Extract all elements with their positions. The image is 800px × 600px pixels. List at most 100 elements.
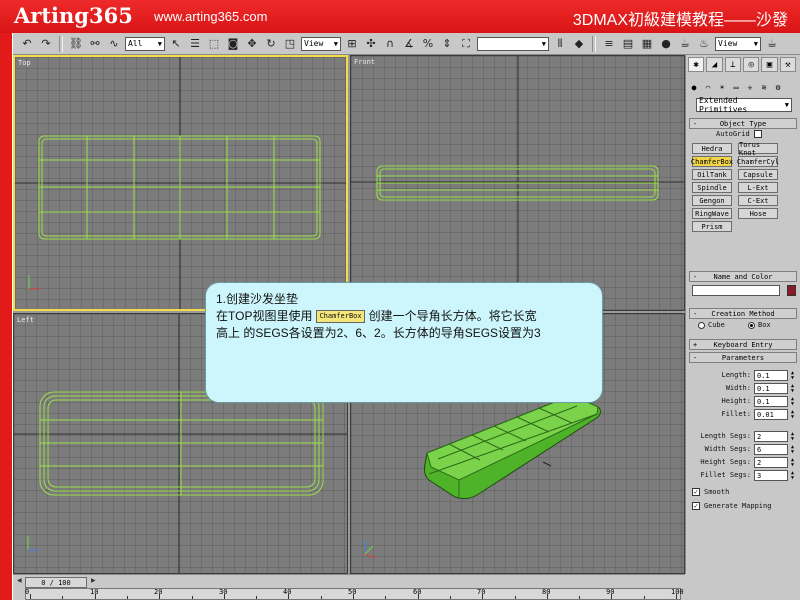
box-radio[interactable] [748,322,755,329]
time-slider-prev-icon[interactable]: ◀ [17,577,22,584]
object-type-button-hose[interactable]: Hose [738,208,778,219]
spinner-snap-icon[interactable]: ⇕ [439,36,455,52]
spinner-arrows-icon[interactable]: ▲ ▼ [789,470,796,481]
spinner-arrows-icon[interactable]: ▲ ▼ [789,383,796,394]
spinner-arrows-icon[interactable]: ▲ ▼ [789,370,796,381]
timeline-tick [127,596,128,599]
timeline-track[interactable]: 0 10 20 30 40 50 60 70 80 90 100 [25,588,684,600]
object-type-button-prism[interactable]: Prism [692,221,732,232]
object-type-button-l-ext[interactable]: L-Ext [738,182,778,193]
spinner-arrows-icon[interactable]: ▲ ▼ [789,409,796,420]
chamferbox-wireframe-top[interactable] [38,135,321,240]
window-crossing-icon[interactable]: ◙ [225,36,241,52]
display-tab-icon[interactable]: ▣ [761,57,778,72]
bind-spacewarp-icon[interactable]: ∿ [106,36,122,52]
align-icon[interactable]: ◆ [571,36,587,52]
object-type-button-chamferbox[interactable]: ChamferBox [691,156,733,167]
param-spinner-field[interactable]: 0.01 [754,409,788,420]
object-type-button-ringwave[interactable]: RingWave [692,208,732,219]
schematic-view-icon[interactable]: ▦ [639,36,655,52]
mirror-icon[interactable]: ⫴ [552,36,568,52]
object-color-swatch[interactable] [787,285,796,296]
smooth-checkbox[interactable]: ✓ [692,488,700,496]
spinner-arrows-icon[interactable]: ▲ ▼ [789,444,796,455]
spinner-arrows-icon[interactable]: ▲ ▼ [789,457,796,468]
rotate-icon[interactable]: ↻ [263,36,279,52]
percent-snap-icon[interactable]: % [420,36,436,52]
selection-filter-dropdown[interactable]: All ▼ [125,36,165,51]
utilities-tab-icon[interactable]: ⚒ [779,57,796,72]
named-selection-icon[interactable]: ⛶ [458,36,474,52]
create-tab-icon[interactable]: ✱ [688,57,705,72]
select-by-name-icon[interactable]: ☰ [187,36,203,52]
rect-selection-icon[interactable]: ⬚ [206,36,222,52]
lights-category-icon[interactable]: ☀ [716,81,728,93]
render-view-dropdown[interactable]: View ▼ [715,36,761,51]
modify-tab-icon[interactable]: ◢ [706,57,723,72]
object-type-button-capsule[interactable]: Capsule [738,169,778,180]
creation-method-rollout[interactable]: - Creation Method [689,308,797,319]
select-object-icon[interactable]: ↖ [168,36,184,52]
param-spinner-field[interactable]: 3 [754,470,788,481]
render-setup-icon[interactable]: ☕ [677,36,693,52]
time-slider-next-icon[interactable]: ▶ [91,577,96,584]
hierarchy-tab-icon[interactable]: ⊥ [724,57,741,72]
unlink-icon[interactable]: ⚯ [87,36,103,52]
scale-icon[interactable]: ◳ [282,36,298,52]
param-spinner-field[interactable]: 6 [754,444,788,455]
object-type-rollout[interactable]: - Object Type [689,118,797,129]
time-slider-thumb[interactable]: 0 / 100 [25,577,87,588]
param-spinner-field[interactable]: 0.1 [754,383,788,394]
move-icon[interactable]: ✥ [244,36,260,52]
helpers-category-icon[interactable]: ✛ [744,81,756,93]
render-last-icon[interactable]: ☕ [764,36,780,52]
autogrid-checkbox[interactable] [754,130,762,138]
object-type-button-torus-knot[interactable]: Torus Knot [738,141,778,157]
geometry-category-icon[interactable]: ● [688,81,700,93]
spinner-arrows-icon[interactable]: ▲ ▼ [789,396,796,407]
quick-render-icon[interactable]: ♨ [696,36,712,52]
generate-mapping-checkbox[interactable]: ✓ [692,502,700,510]
top-view-geometry [15,57,346,309]
redo-icon[interactable]: ↷ [38,36,54,52]
top-viewport[interactable]: Top [13,55,348,311]
object-type-button-hedra[interactable]: Hedra [692,143,732,154]
param-spinner-field[interactable]: 0.1 [754,370,788,381]
cameras-category-icon[interactable]: ▭ [730,81,742,93]
object-type-button-oiltank[interactable]: OilTank [692,169,732,180]
object-type-button-chamfercyl[interactable]: ChamferCyl [737,156,779,167]
chamferbox-wireframe-left[interactable] [39,391,324,496]
select-link-icon[interactable]: ⛓ [68,36,84,52]
pivot-center-icon[interactable]: ⊞ [344,36,360,52]
track-view-icon[interactable]: ▤ [620,36,636,52]
front-viewport[interactable]: Front [350,55,685,311]
parameters-rollout[interactable]: - Parameters [689,352,797,363]
timeline-tick-label: 100 [671,588,684,596]
manipulate-icon[interactable]: ✣ [363,36,379,52]
spinner-arrows-icon[interactable]: ▲ ▼ [789,431,796,442]
chamferbox-shaded-perspective[interactable] [424,397,601,500]
object-type-button-spindle[interactable]: Spindle [692,182,732,193]
object-type-button-gengon[interactable]: Gengon [692,195,732,206]
param-spinner-field[interactable]: 2 [754,457,788,468]
site-url[interactable]: www.arting365.com [154,9,267,24]
named-selection-dropdown[interactable]: ▼ [477,36,549,51]
motion-tab-icon[interactable]: ◎ [742,57,760,72]
angle-snap-icon[interactable]: ∡ [401,36,417,52]
param-spinner-field[interactable]: 0.1 [754,396,788,407]
object-type-button-c-ext[interactable]: C-Ext [738,195,778,206]
systems-category-icon[interactable]: ⚙ [772,81,784,93]
name-color-rollout[interactable]: - Name and Color [689,271,797,282]
shapes-category-icon[interactable]: ⌒ [702,81,714,93]
layer-manager-icon[interactable]: ≡ [601,36,617,52]
keyboard-entry-rollout[interactable]: + Keyboard Entry [689,339,797,350]
object-name-field[interactable] [692,285,780,296]
param-spinner-field[interactable]: 2 [754,431,788,442]
material-editor-icon[interactable]: ● [658,36,674,52]
snap-icon[interactable]: ∩ [382,36,398,52]
undo-icon[interactable]: ↶ [19,36,35,52]
cube-radio[interactable] [698,322,705,329]
spacewarps-category-icon[interactable]: ≋ [758,81,770,93]
reference-coord-dropdown[interactable]: View ▼ [301,36,341,51]
primitive-category-dropdown[interactable]: Extended Primitives ▼ [696,96,792,114]
